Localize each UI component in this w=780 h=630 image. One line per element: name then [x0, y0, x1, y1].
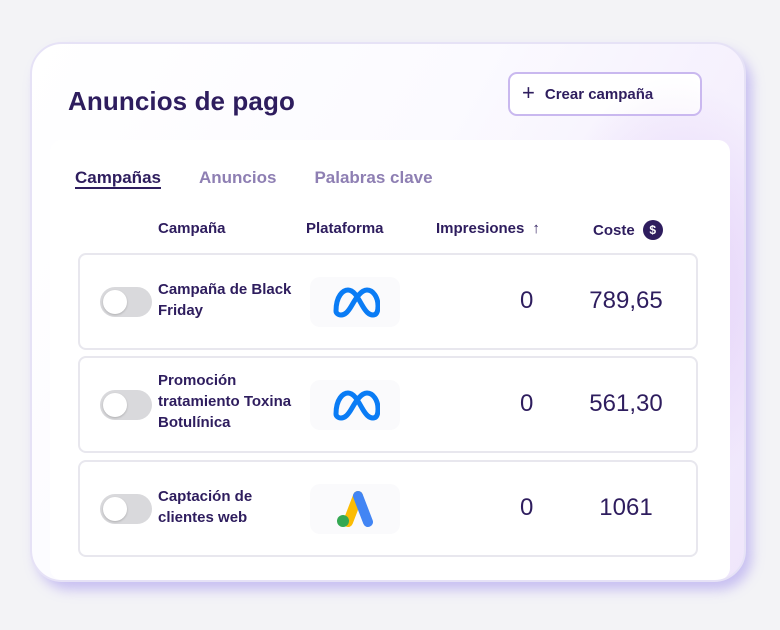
platform-logo — [310, 484, 400, 534]
column-header-campaign-label: Campaña — [158, 220, 226, 237]
campaign-name: Promoción tratamiento Toxina Botulínica — [158, 372, 292, 431]
campaign-name: Campaña de Black Friday — [158, 281, 292, 319]
toggle-knob — [103, 497, 127, 521]
column-header-cost-label: Coste — [593, 221, 635, 239]
platform-logo — [310, 277, 400, 327]
campaign-name: Captación de clientes web — [158, 488, 253, 526]
tab-campaigns[interactable]: Campañas — [75, 168, 161, 188]
campaign-toggle[interactable] — [100, 390, 152, 420]
toggle-knob — [103, 290, 127, 314]
campaigns-panel: Campañas Anuncios Palabras clave Campaña… — [50, 140, 730, 580]
table-row[interactable]: Captación de clientes web 0 1061 — [78, 460, 698, 557]
cost-value: 1061 — [599, 494, 653, 521]
impressions-value: 0 — [520, 390, 534, 417]
column-header-impressions-label: Impresiones — [436, 220, 525, 237]
campaign-toggle[interactable] — [100, 287, 152, 317]
page-title: Anuncios de pago — [68, 86, 295, 116]
google-ads-logo-icon — [337, 491, 373, 527]
currency-icon: $ — [642, 220, 663, 240]
column-header-platform[interactable]: Plataforma — [306, 220, 384, 237]
meta-logo-icon — [333, 287, 380, 318]
tab-bar: Campañas Anuncios Palabras clave — [75, 168, 433, 188]
tab-keywords[interactable]: Palabras clave — [314, 168, 432, 188]
column-header-impressions[interactable]: Impresiones ↑ — [436, 220, 540, 237]
tab-ads[interactable]: Anuncios — [199, 168, 276, 188]
toggle-knob — [103, 393, 127, 417]
column-header-cost[interactable]: Coste $ — [593, 220, 663, 240]
plus-icon: + — [522, 80, 535, 105]
column-header-campaign[interactable]: Campaña — [158, 220, 226, 237]
cost-value: 789,65 — [589, 287, 663, 314]
paid-ads-card: Anuncios de pago + Crear campaña Campaña… — [30, 42, 746, 582]
meta-logo-icon — [333, 390, 380, 421]
sort-arrow-up-icon[interactable]: ↑ — [532, 220, 540, 237]
impressions-value: 0 — [520, 287, 534, 314]
campaign-toggle[interactable] — [100, 494, 152, 524]
table-row[interactable]: Promoción tratamiento Toxina Botulínica … — [78, 356, 698, 453]
platform-logo — [310, 380, 400, 430]
create-campaign-button[interactable]: + Crear campaña — [508, 72, 702, 116]
table-row[interactable]: Campaña de Black Friday 0 789,65 — [78, 253, 698, 350]
column-header-platform-label: Plataforma — [306, 220, 384, 237]
impressions-value: 0 — [520, 494, 534, 521]
create-campaign-label: Crear campaña — [544, 85, 654, 103]
cost-value: 561,30 — [589, 390, 663, 417]
